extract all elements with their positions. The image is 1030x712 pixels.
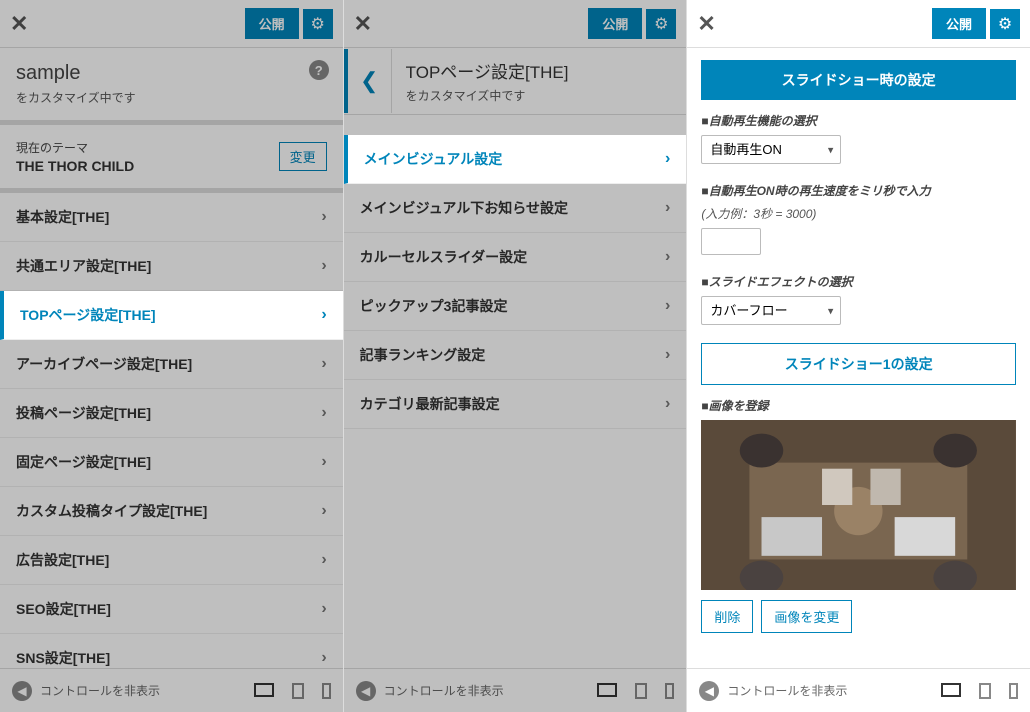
slideshow1-settings-header: スライドショー1の設定	[701, 343, 1016, 385]
sidebar-item[interactable]: SNS設定[THE] ›	[0, 634, 343, 668]
image-register-label: ■画像を登録	[701, 397, 1016, 414]
hide-controls-label: コントロールを非表示	[727, 682, 847, 699]
sidebar-item[interactable]: TOPページ設定[THE] ›	[0, 291, 343, 340]
collapse-icon: ◀	[356, 681, 376, 701]
sidebar-item-label: TOPページ設定[THE]	[20, 305, 156, 325]
sidebar-item[interactable]: 基本設定[THE] ›	[0, 193, 343, 242]
sidebar-item-label: アーカイブページ設定[THE]	[16, 354, 192, 374]
close-icon[interactable]: ✕	[354, 11, 372, 37]
close-icon[interactable]: ✕	[10, 11, 28, 37]
sidebar-item[interactable]: 固定ページ設定[THE] ›	[0, 438, 343, 487]
sidebar-item[interactable]: 広告設定[THE] ›	[0, 536, 343, 585]
effect-select[interactable]: カバーフロー	[701, 296, 841, 325]
sidebar-item[interactable]: アーカイブページ設定[THE] ›	[0, 340, 343, 389]
chevron-right-icon: ›	[321, 404, 326, 422]
speed-label: ■自動再生ON時の再生速度をミリ秒で入力	[701, 182, 1016, 199]
submenu-item-label: メインビジュアル下お知らせ設定	[360, 198, 568, 218]
collapse-icon: ◀	[699, 681, 719, 701]
gear-icon[interactable]: ⚙	[990, 9, 1020, 39]
sidebar-item-label: 基本設定[THE]	[16, 207, 109, 227]
close-icon[interactable]: ✕	[697, 11, 715, 37]
submenu-item[interactable]: 記事ランキング設定 ›	[344, 331, 687, 380]
chevron-right-icon: ›	[321, 355, 326, 373]
publish-button[interactable]: 公開	[932, 8, 986, 39]
chevron-right-icon: ›	[321, 208, 326, 226]
sidebar-item-label: SEO設定[THE]	[16, 599, 111, 619]
sidebar-item-label: 共通エリア設定[THE]	[16, 256, 151, 276]
mobile-preview-icon[interactable]	[665, 683, 674, 699]
back-button[interactable]: ❮	[344, 49, 392, 113]
hide-controls-button[interactable]: ◀ コントロールを非表示	[699, 681, 847, 701]
slideshow-settings-header: スライドショー時の設定	[701, 60, 1016, 100]
tablet-preview-icon[interactable]	[979, 683, 991, 699]
submenu-item[interactable]: カルーセルスライダー設定 ›	[344, 233, 687, 282]
chevron-right-icon: ›	[665, 297, 670, 315]
sidebar-item-label: SNS設定[THE]	[16, 648, 110, 668]
sidebar-item[interactable]: 投稿ページ設定[THE] ›	[0, 389, 343, 438]
tablet-preview-icon[interactable]	[635, 683, 647, 699]
change-image-button[interactable]: 画像を変更	[761, 600, 852, 633]
customizing-label: をカスタマイズ中です	[16, 89, 327, 106]
slideshow-image-thumbnail[interactable]	[701, 420, 1016, 590]
desktop-preview-icon[interactable]	[941, 683, 961, 697]
hide-controls-button[interactable]: ◀ コントロールを非表示	[12, 681, 160, 701]
effect-label: ■スライドエフェクトの選択	[701, 273, 1016, 290]
submenu-item-label: カテゴリ最新記事設定	[360, 394, 500, 414]
speed-hint: (入力例：3秒 = 3000)	[701, 205, 1016, 222]
chevron-right-icon: ›	[665, 346, 670, 364]
desktop-preview-icon[interactable]	[597, 683, 617, 697]
sidebar-item-label: カスタム投稿タイプ設定[THE]	[16, 501, 207, 521]
chevron-right-icon: ›	[321, 453, 326, 471]
chevron-right-icon: ›	[321, 306, 326, 324]
sidebar-item-label: 広告設定[THE]	[16, 550, 109, 570]
hide-controls-label: コントロールを非表示	[40, 682, 160, 699]
chevron-right-icon: ›	[321, 600, 326, 618]
theme-name: THE THOR CHILD	[16, 158, 134, 174]
submenu-item[interactable]: カテゴリ最新記事設定 ›	[344, 380, 687, 429]
customizing-label: をカスタマイズ中です	[406, 87, 569, 104]
submenu-item-label: ピックアップ3記事設定	[360, 296, 508, 316]
sidebar-item[interactable]: SEO設定[THE] ›	[0, 585, 343, 634]
sidebar-item[interactable]: カスタム投稿タイプ設定[THE] ›	[0, 487, 343, 536]
publish-button[interactable]: 公開	[245, 8, 299, 39]
submenu-item-label: カルーセルスライダー設定	[360, 247, 527, 267]
autoplay-label: ■自動再生機能の選択	[701, 112, 1016, 129]
chevron-right-icon: ›	[321, 649, 326, 667]
sidebar-item-label: 固定ページ設定[THE]	[16, 452, 151, 472]
chevron-right-icon: ›	[665, 395, 670, 413]
speed-input[interactable]	[701, 228, 761, 255]
gear-icon[interactable]: ⚙	[646, 9, 676, 39]
sidebar-item-label: 投稿ページ設定[THE]	[16, 403, 151, 423]
mobile-preview-icon[interactable]	[322, 683, 331, 699]
gear-icon[interactable]: ⚙	[303, 9, 333, 39]
autoplay-select[interactable]: 自動再生ON	[701, 135, 841, 164]
submenu-item[interactable]: メインビジュアル下お知らせ設定 ›	[344, 184, 687, 233]
publish-button[interactable]: 公開	[588, 8, 642, 39]
current-theme-label: 現在のテーマ	[16, 139, 134, 156]
change-theme-button[interactable]: 変更	[279, 142, 327, 171]
chevron-right-icon: ›	[321, 257, 326, 275]
submenu-item[interactable]: メインビジュアル設定 ›	[344, 135, 687, 184]
desktop-preview-icon[interactable]	[254, 683, 274, 697]
chevron-right-icon: ›	[665, 150, 670, 168]
help-icon[interactable]: ?	[309, 60, 329, 80]
collapse-icon: ◀	[12, 681, 32, 701]
hide-controls-button[interactable]: ◀ コントロールを非表示	[356, 681, 504, 701]
mobile-preview-icon[interactable]	[1009, 683, 1018, 699]
sidebar-item[interactable]: 共通エリア設定[THE] ›	[0, 242, 343, 291]
section-title: TOPページ設定[THE]	[406, 58, 569, 83]
submenu-item-label: 記事ランキング設定	[360, 345, 486, 365]
submenu-item[interactable]: ピックアップ3記事設定 ›	[344, 282, 687, 331]
tablet-preview-icon[interactable]	[292, 683, 304, 699]
delete-image-button[interactable]: 削除	[701, 600, 753, 633]
chevron-right-icon: ›	[321, 551, 326, 569]
site-title: sample	[16, 62, 327, 85]
submenu-item-label: メインビジュアル設定	[364, 149, 503, 169]
chevron-right-icon: ›	[321, 502, 326, 520]
chevron-right-icon: ›	[665, 199, 670, 217]
hide-controls-label: コントロールを非表示	[384, 682, 504, 699]
chevron-right-icon: ›	[665, 248, 670, 266]
